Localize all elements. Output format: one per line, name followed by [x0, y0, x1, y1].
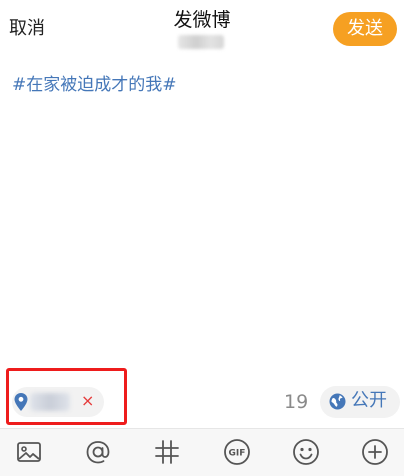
- location-name-blurred: [30, 393, 70, 411]
- gif-label: GIF: [229, 449, 246, 459]
- header: 取消 发微博 发送: [0, 0, 404, 60]
- bottom-toolbar: [0, 428, 404, 476]
- globe-icon: [329, 393, 346, 410]
- compose-screen: 取消 发微博 发送 #在家被迫成才的我# × 19 公开 GIF: [0, 0, 404, 476]
- mention-icon[interactable]: [84, 438, 112, 466]
- username-blurred: [178, 35, 224, 49]
- location-close-icon[interactable]: ×: [81, 391, 94, 411]
- visibility-label: 公开: [351, 390, 387, 411]
- add-icon[interactable]: [361, 438, 389, 466]
- emoji-icon[interactable]: [292, 438, 320, 466]
- topic-icon[interactable]: [153, 438, 181, 466]
- gif-icon[interactable]: GIF: [223, 438, 251, 466]
- image-icon[interactable]: [15, 438, 43, 466]
- remaining-count: 19: [284, 391, 309, 413]
- send-button[interactable]: 发送: [333, 12, 397, 46]
- location-pin-icon: [14, 393, 28, 411]
- post-text-input[interactable]: #在家被迫成才的我#: [12, 74, 177, 96]
